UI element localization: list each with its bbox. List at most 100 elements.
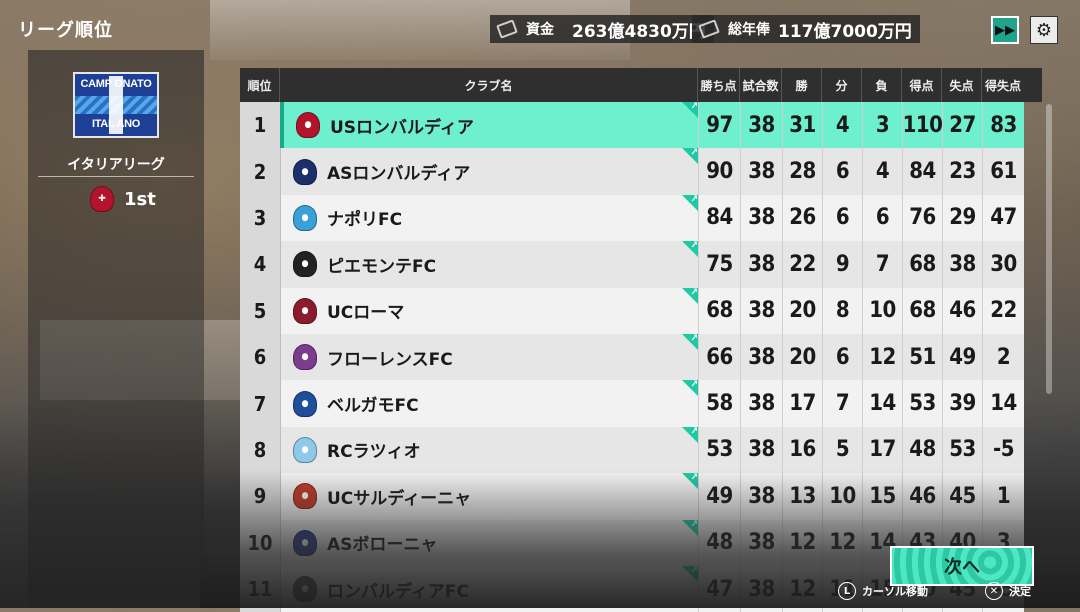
- fast-forward-button[interactable]: ▶▶: [991, 16, 1019, 44]
- funds-value: 263億4830万円: [572, 21, 706, 42]
- points-cell: 97: [698, 102, 740, 149]
- club-crest-icon: ●: [293, 529, 317, 556]
- user-club-rank: ✚ 1st: [90, 186, 156, 212]
- settings-button[interactable]: ⚙: [1030, 16, 1058, 44]
- table-row[interactable]: 6●フローレンスFC66382061251492: [240, 333, 1042, 381]
- table-row[interactable]: 2 ● ASロンバルディア 90382864842361: [240, 147, 1042, 195]
- wins-cell: 28: [782, 148, 822, 195]
- draws-cell: 6: [822, 194, 862, 242]
- club-cell: ● RCラツィオ: [280, 426, 698, 474]
- detail-arrow-icon[interactable]: [682, 426, 698, 443]
- standings-header: 順位 クラブ名 勝ち点 試合数 勝 分 負 得点 失点 得失点: [240, 68, 1042, 102]
- rank-cell: 2: [240, 148, 280, 195]
- draws-cell: 12: [822, 519, 862, 566]
- table-row[interactable]: 9 ● UCサルディーニャ 493813101546451: [240, 472, 1042, 520]
- table-row[interactable]: 4●ピエモンテFC75382297683830: [240, 240, 1042, 288]
- losses-cell: 14: [862, 380, 902, 427]
- wins-cell: 12: [782, 519, 822, 566]
- games-cell: 38: [740, 102, 782, 149]
- standings-rows: 1●USロンバルディア9738314311027832●ASロンバルディア903…: [240, 101, 1042, 612]
- goals-for-cell: 84: [902, 148, 942, 195]
- rank-cell: 10: [240, 519, 280, 566]
- games-cell: 38: [740, 519, 782, 566]
- games-cell: 38: [740, 194, 782, 242]
- club-crest-icon: ●: [293, 576, 317, 603]
- detail-arrow-icon[interactable]: [682, 519, 698, 536]
- rank-cell: 9: [240, 473, 280, 520]
- detail-arrow-icon[interactable]: [682, 287, 698, 304]
- goal-diff-cell: 30: [982, 241, 1024, 288]
- club-cell: ● ASボローニャ: [280, 519, 698, 566]
- club-name: UCサルディーニャ: [327, 488, 472, 509]
- club-name: RCラツィオ: [327, 442, 421, 463]
- detail-arrow-icon[interactable]: [682, 147, 698, 165]
- losses-cell: 6: [862, 194, 902, 242]
- club-name: ASボローニャ: [327, 535, 438, 556]
- goals-against-cell: 27: [942, 102, 982, 149]
- rank-cell: 7: [240, 380, 280, 427]
- next-button[interactable]: 次へ: [890, 546, 1034, 586]
- club-cell: ● UCサルディーニャ: [280, 472, 698, 520]
- losses-cell: 4: [862, 148, 902, 195]
- club-cell: ● ベルガモFC: [280, 379, 698, 427]
- club-crest-icon: ●: [293, 436, 317, 463]
- goal-diff-cell: 22: [982, 287, 1024, 334]
- club-name: UCローマ: [327, 303, 405, 324]
- rank-cell: 6: [240, 333, 280, 381]
- goals-against-cell: 53: [942, 426, 982, 474]
- goals-against-cell: 23: [942, 148, 982, 195]
- detail-arrow-icon[interactable]: [682, 194, 698, 211]
- money-icon: [698, 19, 720, 39]
- detail-arrow-icon[interactable]: [682, 333, 698, 350]
- draws-cell: 4: [822, 102, 862, 149]
- league-logo-text-bottom: ITAL ANO: [91, 118, 141, 130]
- club-cell: ● USロンバルディア: [280, 101, 698, 149]
- club-cell: ● ASロンバルディア: [280, 147, 698, 195]
- goal-diff-cell: 83: [982, 102, 1024, 149]
- games-cell: 38: [740, 473, 782, 520]
- header-goals-for: 得点: [902, 68, 942, 102]
- header-rank: 順位: [240, 68, 280, 102]
- rank-cell: 11: [240, 565, 280, 612]
- detail-arrow-icon[interactable]: [682, 472, 698, 490]
- losses-cell: 3: [862, 102, 902, 149]
- losses-cell: 10: [862, 287, 902, 334]
- points-cell: 47: [698, 565, 740, 612]
- table-row[interactable]: 5●UCローマ683820810684622: [240, 287, 1042, 334]
- goals-for-cell: 68: [902, 241, 942, 288]
- games-cell: 38: [740, 380, 782, 427]
- rank-cell: 3: [240, 194, 280, 242]
- club-crest-icon: ●: [293, 390, 317, 417]
- gear-icon: ⚙: [1035, 19, 1053, 41]
- wins-cell: 26: [782, 194, 822, 242]
- detail-arrow-icon[interactable]: [682, 101, 698, 118]
- goals-for-cell: 48: [902, 426, 942, 474]
- goal-diff-cell: 1: [982, 473, 1024, 520]
- club-cell: ● フローレンスFC: [280, 333, 698, 381]
- table-row[interactable]: 3●ナポリFC84382666762947: [240, 194, 1042, 242]
- league-panel: CAMP ONATO ITAL ANO イタリアリーグ ✚ 1st: [28, 50, 204, 608]
- losses-cell: 12: [862, 333, 902, 381]
- games-cell: 38: [740, 565, 782, 612]
- points-cell: 53: [698, 426, 740, 474]
- wins-cell: 13: [782, 473, 822, 520]
- losses-cell: 15: [862, 473, 902, 520]
- scrollbar[interactable]: [1046, 104, 1052, 394]
- points-cell: 58: [698, 380, 740, 427]
- salary-value: 117億7000万円: [778, 21, 912, 42]
- draws-cell: 8: [822, 287, 862, 334]
- draws-cell: 9: [822, 241, 862, 288]
- table-row[interactable]: 7●ベルガモFC583817714533914: [240, 379, 1042, 427]
- league-name: イタリアリーグ: [67, 157, 165, 173]
- detail-arrow-icon[interactable]: [682, 240, 698, 258]
- wins-cell: 17: [782, 380, 822, 427]
- detail-arrow-icon[interactable]: [682, 565, 698, 582]
- cursor-move-label: カーソル移動: [862, 585, 928, 598]
- draws-cell: 10: [822, 473, 862, 520]
- club-name: ナポリFC: [327, 210, 403, 231]
- detail-arrow-icon[interactable]: [682, 379, 698, 397]
- header-goal-diff: 得失点: [984, 78, 1021, 93]
- table-row[interactable]: 1 ● USロンバルディア 973831431102783: [240, 101, 1042, 149]
- table-row[interactable]: 8●RCラツィオ5338165174853-5: [240, 426, 1042, 474]
- club-name: ロンバルディアFC: [327, 581, 469, 602]
